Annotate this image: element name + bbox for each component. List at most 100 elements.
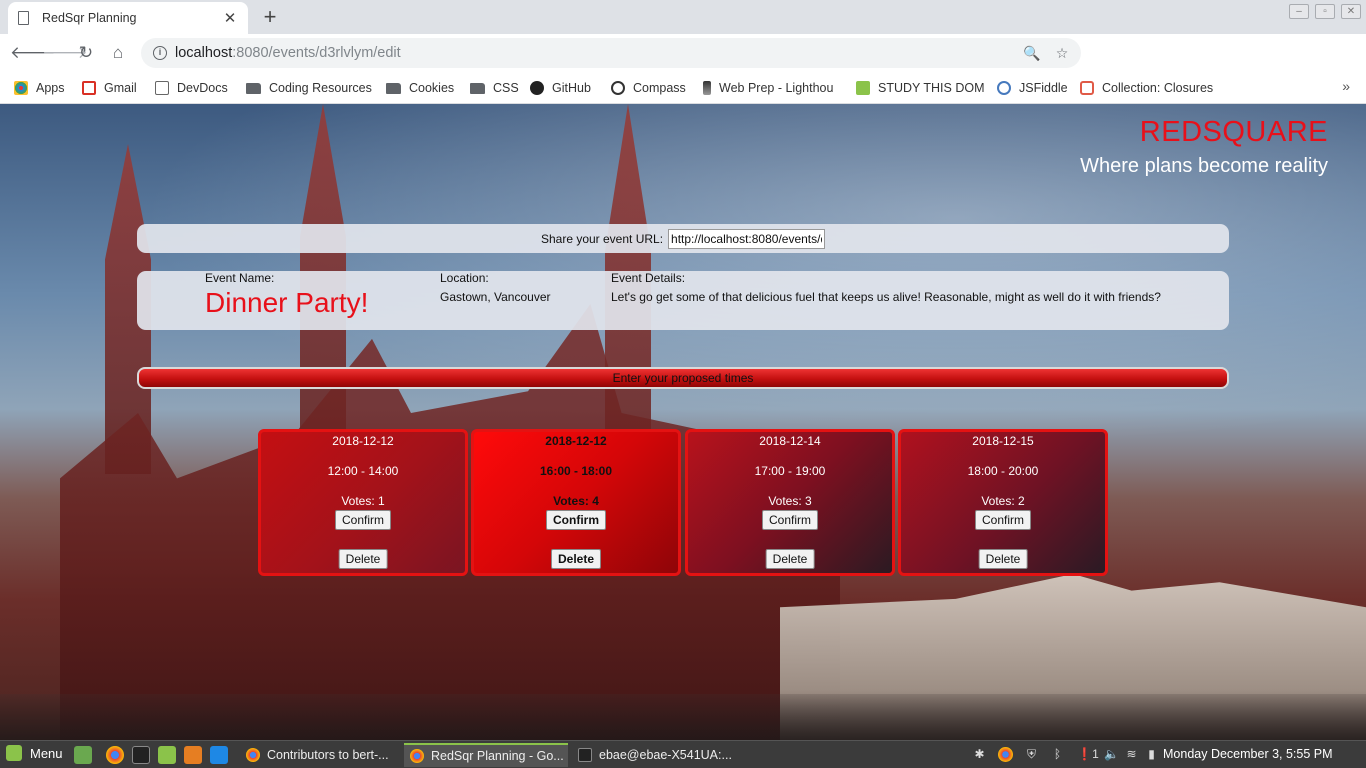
event-location-group: Location: Gastown, Vancouver (440, 271, 551, 304)
linux-mint-icon (6, 745, 22, 761)
settings-tray-icon[interactable]: ✱ (972, 747, 987, 762)
brand-title: REDSQUARE (1139, 116, 1328, 148)
new-tab-button[interactable]: + (258, 4, 282, 30)
slot-date: 2018-12-12 (545, 434, 607, 448)
vscode-launcher-icon[interactable] (210, 746, 228, 764)
show-desktop-icon[interactable] (74, 746, 92, 764)
files-launcher-icon[interactable] (158, 746, 176, 764)
event-info-card: Event Name: Dinner Party! Location: Gast… (137, 271, 1229, 330)
bookmark-gmail[interactable]: Gmail (82, 78, 137, 98)
event-details-label: Event Details: (611, 271, 686, 285)
jsfiddle-icon (997, 81, 1011, 95)
delete-button[interactable]: Delete (765, 549, 815, 569)
address-bar[interactable]: i localhost:8080/events/d3rlvlym/edit 🔍 … (141, 38, 1081, 68)
slot-votes: Votes: 2 (981, 494, 1025, 508)
folder-icon (246, 82, 261, 94)
folder-icon (386, 82, 401, 94)
bookmark-cookies[interactable]: Cookies (386, 78, 454, 98)
start-menu-label: Menu (30, 745, 63, 761)
os-taskbar: Menu Contributors to bert-... RedSqr Pla… (0, 740, 1366, 768)
taskbar-clock[interactable]: Monday December 3, 5:55 PM (1163, 747, 1333, 761)
terminal-launcher-icon[interactable] (132, 746, 150, 764)
share-url-input[interactable] (668, 228, 826, 249)
volume-tray-icon[interactable]: 🔈 (1104, 747, 1119, 762)
shield-tray-icon[interactable]: ⛨ (1024, 747, 1039, 762)
chrome-tray-icon[interactable] (998, 747, 1013, 762)
time-slot-card: 2018-12-14 17:00 - 19:00 Votes: 3 Confir… (685, 429, 895, 576)
taskbar-window-terminal[interactable]: ebae@ebae-X541UA:... (572, 743, 732, 767)
taskbar-window-contributors[interactable]: Contributors to bert-... (240, 743, 400, 767)
maximize-window-button[interactable]: ▫ (1315, 4, 1335, 19)
sublime-launcher-icon[interactable] (184, 746, 202, 764)
slot-time: 16:00 - 18:00 (539, 464, 613, 478)
slot-votes: Votes: 3 (768, 494, 812, 508)
home-button[interactable]: ⌂ (106, 41, 130, 65)
slot-date: 2018-12-14 (759, 434, 821, 448)
slot-votes: Votes: 4 (553, 494, 599, 508)
slot-time: 18:00 - 20:00 (967, 464, 1039, 478)
slot-date: 2018-12-12 (332, 434, 394, 448)
taskbar-window-redsqr[interactable]: RedSqr Planning - Go... (404, 743, 568, 767)
chrome-icon (246, 748, 260, 762)
reload-button[interactable]: ↻ (74, 41, 98, 65)
bookmarks-bar: Apps Gmail DevDocs Coding Resources Cook… (0, 72, 1366, 104)
chrome-launcher-icon[interactable] (106, 746, 124, 764)
confirm-button[interactable]: Confirm (334, 510, 391, 530)
enter-proposed-times-button[interactable]: Enter your proposed times (137, 367, 1229, 389)
delete-button[interactable]: Delete (338, 549, 388, 569)
slot-date: 2018-12-15 (972, 434, 1034, 448)
zoom-icon[interactable]: 🔍 (1021, 42, 1043, 64)
confirm-button[interactable]: Confirm (546, 510, 606, 530)
event-name-group: Event Name: Dinner Party! (205, 271, 368, 319)
bookmark-web-prep[interactable]: Web Prep - Lighthou (703, 78, 833, 98)
browser-tab-active[interactable]: RedSqr Planning ✕ (8, 2, 248, 34)
forward-button[interactable]: 🡒 (42, 41, 88, 65)
browser-toolbar: 🡐 🡒 ↻ ⌂ i localhost:8080/events/d3rlvlym… (0, 34, 1366, 98)
wifi-tray-icon[interactable]: ≋ (1124, 747, 1139, 762)
brand-tagline: Where plans become reality (1080, 155, 1328, 177)
slot-time: 17:00 - 19:00 (754, 464, 826, 478)
close-window-button[interactable]: ✕ (1341, 4, 1361, 19)
address-url[interactable]: localhost:8080/events/d3rlvlym/edit (175, 45, 1021, 61)
site-info-icon[interactable]: i (153, 46, 167, 60)
lighthouse-icon (703, 81, 711, 95)
share-url-bar: Share your event URL: (137, 224, 1229, 253)
confirm-button[interactable]: Confirm (974, 510, 1031, 530)
back-button[interactable]: 🡐 (10, 41, 56, 65)
bookmark-study-this-dom[interactable]: STUDY THIS DOM (856, 78, 985, 98)
start-menu-button[interactable]: Menu (6, 745, 63, 761)
github-icon (530, 81, 544, 95)
bookmarks-overflow-icon[interactable]: » (1342, 78, 1350, 94)
bluetooth-tray-icon[interactable]: ᛒ (1050, 747, 1065, 762)
confirm-button[interactable]: Confirm (761, 510, 818, 530)
minimize-window-button[interactable]: – (1289, 4, 1309, 19)
bookmark-apps[interactable]: Apps (14, 78, 65, 98)
bookmark-github[interactable]: GitHub (530, 78, 591, 98)
background-crowd (0, 694, 1366, 740)
document-icon (18, 11, 29, 25)
tab-strip: RedSqr Planning ✕ + – ▫ ✕ (0, 0, 1366, 34)
bookmark-devdocs[interactable]: DevDocs (155, 78, 228, 98)
bookmark-collection-closures[interactable]: Collection: Closures (1080, 78, 1213, 98)
bookmark-jsfiddle[interactable]: JSFiddle (997, 78, 1068, 98)
time-slot-card: 2018-12-12 12:00 - 14:00 Votes: 1 Confir… (258, 429, 468, 576)
battery-tray-icon[interactable]: ▮ (1144, 747, 1159, 762)
event-details: Let's go get some of that delicious fuel… (611, 290, 1161, 304)
bookmark-css[interactable]: CSS (470, 78, 519, 98)
apps-grid-icon (14, 81, 28, 95)
event-location: Gastown, Vancouver (440, 290, 551, 304)
tab-close-icon[interactable]: ✕ (222, 9, 238, 27)
brand-header: REDSQUARE Where plans become reality (1080, 116, 1328, 178)
notifications-tray-icon[interactable]: ❗1 (1074, 747, 1102, 762)
delete-button[interactable]: Delete (978, 549, 1028, 569)
devdocs-icon (155, 81, 169, 95)
bookmark-compass[interactable]: Compass (611, 78, 686, 98)
chrome-icon (410, 749, 424, 763)
study-icon (856, 81, 870, 95)
bookmark-star-icon[interactable]: ☆ (1051, 42, 1073, 64)
bookmark-coding-resources[interactable]: Coding Resources (246, 78, 372, 98)
share-url-label: Share your event URL: (540, 231, 664, 246)
folder-icon (470, 82, 485, 94)
delete-button[interactable]: Delete (550, 549, 602, 569)
terminal-icon (578, 748, 592, 762)
